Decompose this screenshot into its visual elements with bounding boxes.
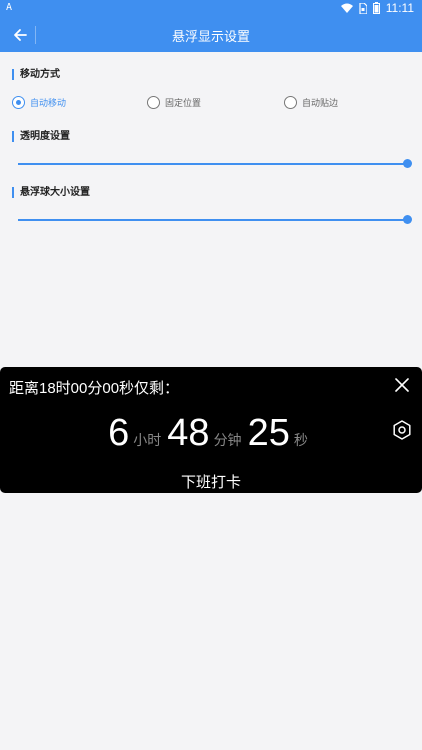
section-title-movement: 移动方式 — [12, 69, 60, 80]
radio-auto-move[interactable]: 自动移动 — [12, 96, 66, 109]
countdown-seconds: 25 — [247, 412, 290, 454]
app-bar: 悬浮显示设置 — [0, 18, 422, 52]
battery-icon — [372, 2, 380, 14]
overlay-close-button[interactable] — [392, 375, 412, 395]
movement-radio-group: 自动移动 固定位置 自动贴边 — [0, 96, 422, 112]
status-bar: A 11:11 — [0, 0, 422, 18]
wifi-icon — [340, 3, 353, 13]
countdown-heading: 距离18时00分00秒仅剩： — [9, 380, 180, 397]
radio-fixed-position[interactable]: 固定位置 — [147, 96, 201, 109]
radio-label: 固定位置 — [165, 99, 202, 109]
radio-auto-edge[interactable]: 自动贴边 — [284, 96, 338, 109]
slider-thumb[interactable] — [402, 215, 412, 224]
status-icons: 11:11 — [340, 1, 414, 15]
countdown-overlay: 距离18时00分00秒仅剩： 6 小时 48 分钟 25 秒 下班打卡 — [0, 367, 422, 493]
status-time: 11:11 — [385, 1, 414, 15]
notification-badge: A — [6, 2, 13, 13]
transparency-slider[interactable] — [18, 159, 412, 169]
clock-out-label: 下班打卡 — [180, 473, 241, 491]
slider-thumb[interactable] — [402, 159, 412, 168]
slider-fill — [18, 219, 407, 221]
countdown-display: 6 小时 48 分钟 25 秒 — [0, 413, 422, 453]
countdown-hours: 6 — [108, 412, 130, 454]
countdown-seconds-unit: 秒 — [293, 433, 308, 449]
slider-fill — [18, 163, 407, 165]
close-icon — [395, 378, 409, 392]
radio-circle — [147, 96, 160, 109]
ball-size-slider[interactable] — [18, 215, 412, 225]
page-title: 悬浮显示设置 — [171, 30, 250, 45]
countdown-minutes-unit: 分钟 — [213, 433, 242, 449]
countdown-hours-unit: 小时 — [133, 433, 162, 449]
sim-icon — [359, 2, 367, 14]
radio-label: 自动移动 — [30, 99, 67, 109]
radio-circle — [284, 96, 297, 109]
section-title-transparency: 透明度设置 — [12, 131, 70, 142]
countdown-minutes: 48 — [167, 412, 210, 454]
section-title-ball-size: 悬浮球大小设置 — [12, 187, 90, 198]
radio-circle — [12, 96, 25, 109]
radio-label: 自动贴边 — [302, 99, 339, 109]
